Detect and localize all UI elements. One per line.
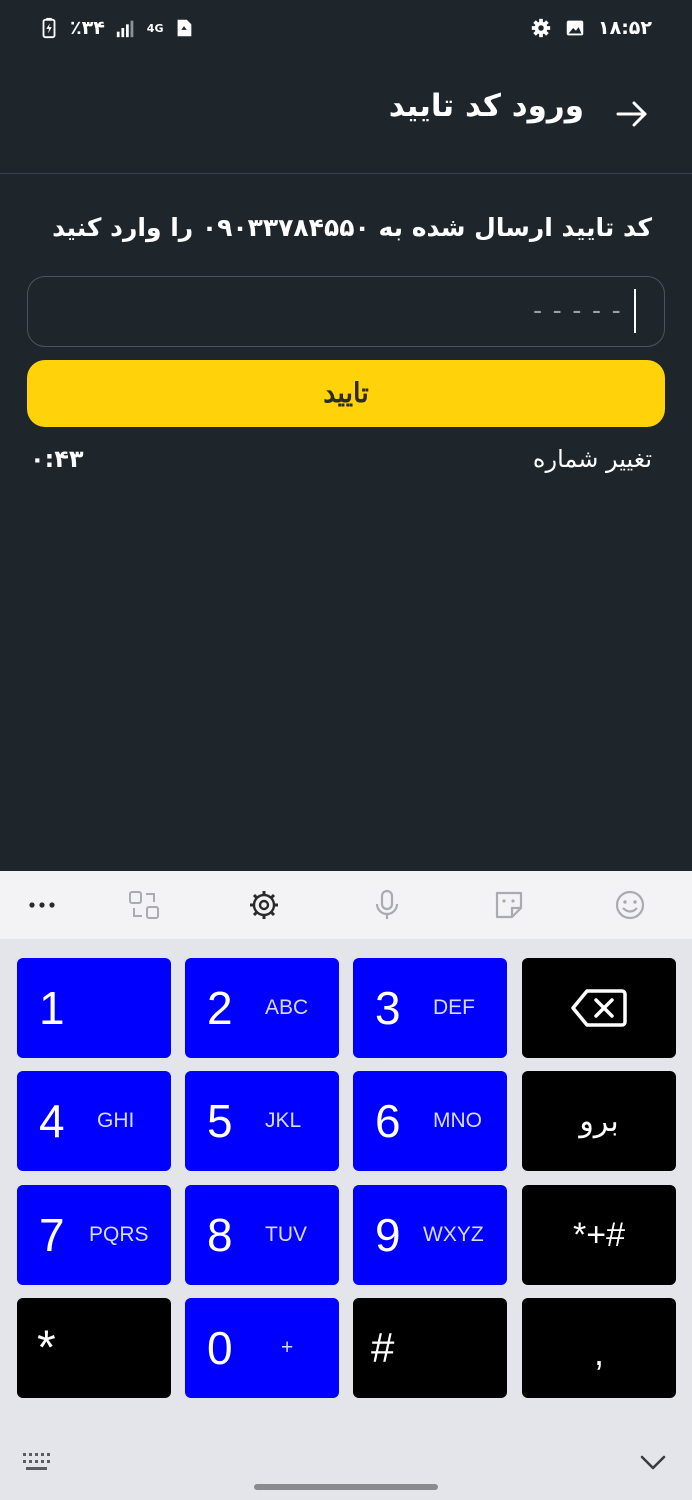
key-letters: GHI (97, 1109, 135, 1132)
key-letters: + (281, 1336, 294, 1359)
battery-charging-icon (38, 17, 60, 39)
status-bar: ٪۳۴ 4G ۱۸:۵۲ (0, 0, 692, 56)
confirm-label: تایید (323, 378, 369, 408)
key-digit: 9 (375, 1209, 401, 1261)
code-placeholder: ----- (529, 296, 628, 326)
battery-percent: ٪۳۴ (70, 17, 105, 39)
back-arrow-icon[interactable] (612, 94, 652, 134)
key-letters: JKL (265, 1109, 302, 1132)
confirm-button[interactable]: تایید (27, 360, 665, 427)
key-5[interactable]: 5 JKL (185, 1071, 339, 1171)
instruction-text: کد تایید ارسال شده به ۰۹۰۳۳۷۸۴۵۵۰ را وار… (52, 213, 652, 242)
hash-key[interactable]: # (353, 1298, 507, 1398)
signal-icon (115, 17, 137, 39)
comma-key[interactable]: , (522, 1298, 676, 1398)
key-letters: DEF (433, 996, 475, 1019)
status-left: ٪۳۴ 4G (38, 14, 195, 42)
change-number-link[interactable]: تغییر شماره (533, 445, 652, 473)
status-right: ۱۸:۵۲ (530, 14, 652, 42)
key-digit: 4 (39, 1095, 65, 1147)
symbols-key[interactable]: *+# (522, 1185, 676, 1285)
text-caret (634, 289, 636, 333)
keyboard-toolbar (0, 871, 692, 939)
key-7[interactable]: 7 PQRS (17, 1185, 171, 1285)
key-6[interactable]: 6 MNO (353, 1071, 507, 1171)
key-digit: 5 (207, 1095, 233, 1147)
key-digit: 7 (39, 1209, 65, 1261)
key-digit: 2 (207, 982, 233, 1034)
verification-code-input[interactable]: ----- (27, 276, 665, 347)
key-4[interactable]: 4 GHI (17, 1071, 171, 1171)
clock: ۱۸:۵۲ (598, 17, 652, 39)
symbols-label: *+# (573, 1215, 625, 1254)
emoji-icon[interactable] (612, 887, 648, 923)
sim-icon (173, 17, 195, 39)
microphone-icon[interactable] (369, 887, 405, 923)
resend-timer: ۰:۴۳ (30, 445, 84, 473)
key-symbol: # (371, 1324, 395, 1371)
more-icon[interactable] (24, 887, 60, 923)
key-2[interactable]: 2 ABC (185, 958, 339, 1058)
key-digit: 1 (39, 982, 65, 1034)
go-key[interactable]: برو (522, 1071, 676, 1171)
key-digit: 0 (207, 1322, 233, 1374)
keyboard-bottom-bar (0, 1431, 692, 1500)
key-digit: 8 (207, 1209, 233, 1261)
settings-icon[interactable] (246, 887, 282, 923)
key-letters: TUV (265, 1223, 307, 1246)
image-icon (564, 17, 586, 39)
backspace-icon (522, 958, 676, 1058)
key-digit: 6 (375, 1095, 401, 1147)
comma-label: , (593, 1332, 604, 1373)
key-3[interactable]: 3 DEF (353, 958, 507, 1058)
translate-icon[interactable] (126, 887, 162, 923)
key-letters: PQRS (89, 1223, 149, 1246)
key-letters: MNO (433, 1109, 482, 1132)
network-type: 4G (146, 21, 164, 35)
key-symbol: * (37, 1321, 56, 1375)
star-key[interactable]: * (17, 1298, 171, 1398)
home-indicator[interactable] (254, 1484, 438, 1490)
app-bar: ورود کد تایید (0, 56, 692, 174)
gear-icon (530, 17, 552, 39)
go-label: برو (579, 1104, 619, 1138)
key-8[interactable]: 8 TUV (185, 1185, 339, 1285)
keyboard: 1 2 ABC 3 DEF 4 GHI 5 JKL 6 MNO برو 7 PQ… (0, 871, 692, 1500)
backspace-key[interactable] (522, 958, 676, 1058)
keyboard-switch-icon[interactable] (22, 1449, 54, 1475)
key-letters: ABC (265, 996, 309, 1019)
sticker-icon[interactable] (491, 887, 527, 923)
key-0[interactable]: 0 + (185, 1298, 339, 1398)
key-digit: 3 (375, 982, 401, 1034)
page-title: ورود کد تایید (388, 88, 584, 124)
key-1[interactable]: 1 (17, 958, 171, 1058)
key-letters: WXYZ (423, 1223, 484, 1246)
chevron-down-icon[interactable] (638, 1449, 668, 1475)
key-9[interactable]: 9 WXYZ (353, 1185, 507, 1285)
